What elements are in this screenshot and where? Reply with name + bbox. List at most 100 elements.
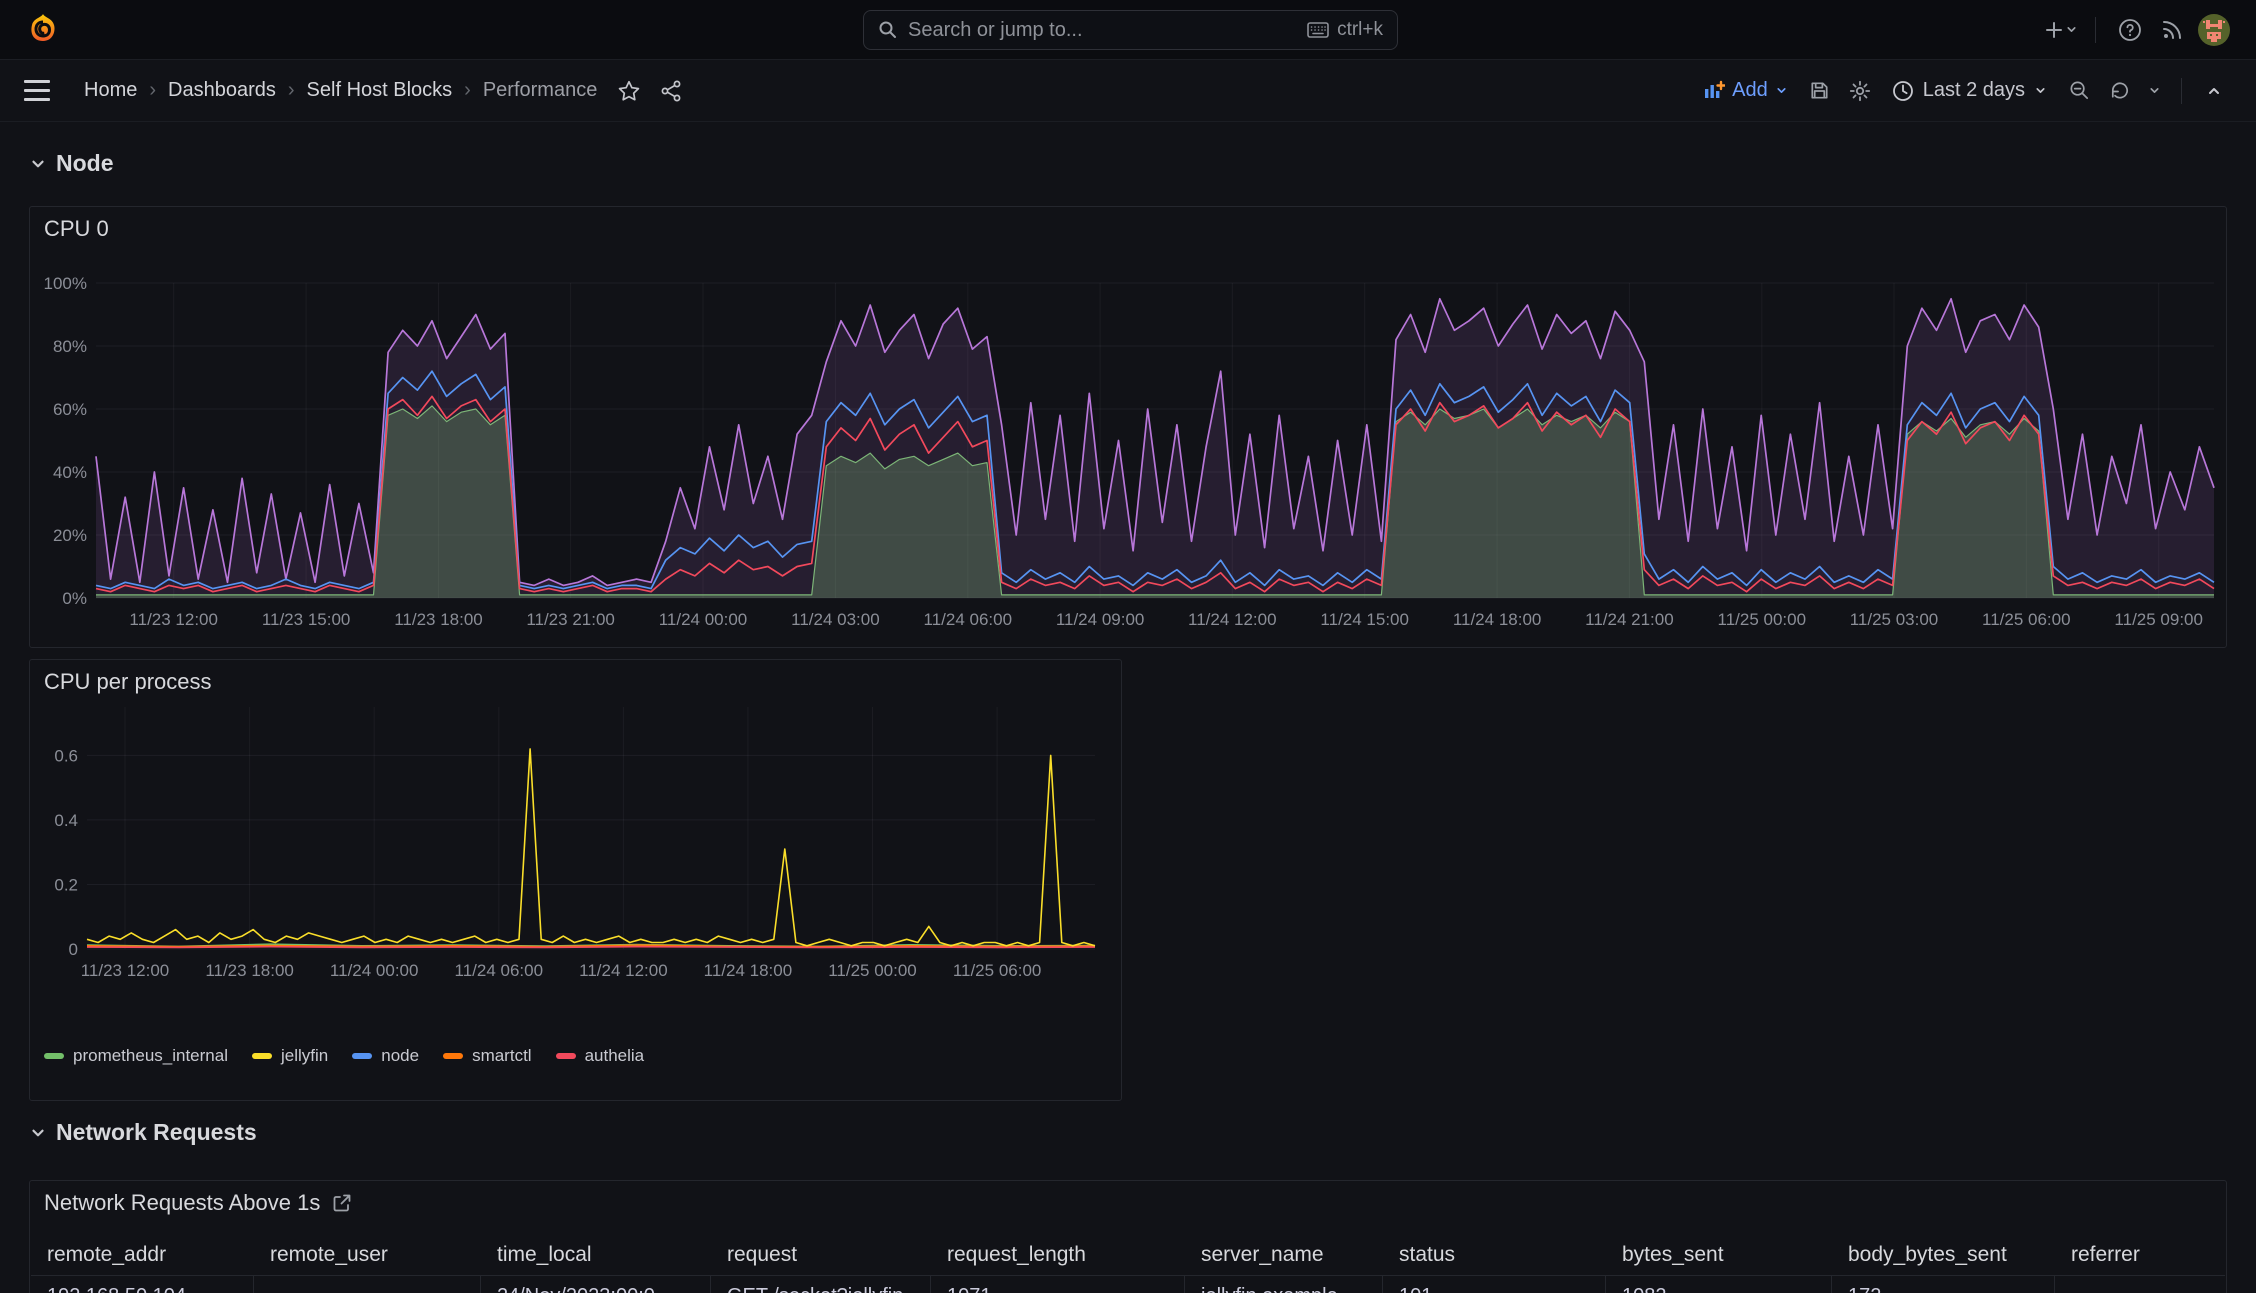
zoom-out-time-button[interactable]: [2061, 73, 2097, 109]
rss-icon: [2163, 20, 2181, 39]
table-header-cell[interactable]: referrer: [2055, 1233, 2225, 1275]
star-icon: [619, 80, 640, 101]
svg-text:11/23 12:00: 11/23 12:00: [129, 610, 218, 629]
breadcrumb: Home › Dashboards › Self Host Blocks › P…: [84, 79, 597, 102]
table-cell: 172: [1832, 1276, 2055, 1293]
panel-network-requests-title[interactable]: Network Requests Above 1s: [44, 1190, 320, 1216]
svg-text:11/24 09:00: 11/24 09:00: [1056, 610, 1145, 629]
table-header-cell[interactable]: status: [1383, 1233, 1606, 1275]
svg-text:11/24 12:00: 11/24 12:00: [579, 961, 668, 980]
legend-label: jellyfin: [280, 1046, 329, 1065]
legend-swatch: [44, 1053, 64, 1059]
table-cell: 101: [1383, 1276, 1606, 1293]
svg-text:11/24 15:00: 11/24 15:00: [1320, 610, 1409, 629]
dashboard-settings-button[interactable]: [1842, 73, 1878, 109]
zoom-out-icon: [2069, 81, 2088, 100]
time-range-picker[interactable]: Last 2 days: [1882, 71, 2057, 111]
breadcrumb-current: Performance: [482, 79, 598, 101]
new-menu-button[interactable]: [2043, 12, 2079, 48]
chevron-down-icon: [2149, 88, 2159, 93]
clock-icon: [1892, 80, 1913, 101]
table-cell: [254, 1276, 481, 1293]
table-header-cell[interactable]: remote_addr: [31, 1233, 254, 1275]
breadcrumb-dashboards[interactable]: Dashboards: [168, 79, 276, 102]
grafana-logo[interactable]: [24, 11, 62, 49]
svg-text:11/25 00:00: 11/25 00:00: [828, 961, 917, 980]
panel-cpu-per-process-header: CPU per process: [30, 660, 1121, 704]
chevron-down-icon: [2066, 27, 2076, 32]
table-header-cell[interactable]: server_name: [1185, 1233, 1383, 1275]
global-search[interactable]: ctrl+k: [863, 10, 1398, 50]
table-header-cell[interactable]: body_bytes_sent: [1832, 1233, 2055, 1275]
search-input[interactable]: [908, 18, 1298, 42]
legend-swatch: [251, 1053, 272, 1059]
table-header-cell[interactable]: remote_user: [254, 1233, 481, 1275]
table-row[interactable]: 192.168.50.104 24/Nov/2023:00:0GET /socke…: [31, 1275, 2225, 1293]
help-circle-icon: [2119, 18, 2141, 41]
search-icon: [879, 21, 896, 38]
legend-label: smartctl: [472, 1046, 532, 1065]
svg-text:100%: 100%: [44, 274, 87, 293]
share-button[interactable]: [653, 73, 689, 109]
breadcrumb-home[interactable]: Home: [84, 79, 137, 102]
svg-text:11/23 18:00: 11/23 18:00: [205, 961, 294, 980]
table-header-row: remote_addr remote_user time_local request r…: [31, 1233, 2225, 1275]
legend-item-authelia[interactable]: authelia: [555, 1046, 644, 1066]
panel-cpu-per-process-title[interactable]: CPU per process: [44, 669, 212, 695]
nav-divider: [2095, 16, 2096, 43]
grafana-logo-icon: [31, 13, 55, 41]
legend-item-smartctl[interactable]: smartctl: [443, 1046, 532, 1066]
collapse-toolbar-button[interactable]: [2196, 73, 2232, 109]
panel-cpu0-header: CPU 0: [30, 207, 2226, 251]
table-cell: GET /socket?jellyfin: [711, 1276, 931, 1293]
help-button[interactable]: [2112, 12, 2148, 48]
search-shortcut: ctrl+k: [1307, 19, 1383, 41]
svg-text:11/25 06:00: 11/25 06:00: [1982, 610, 2071, 629]
user-profile[interactable]: [2196, 12, 2232, 48]
breadcrumb-folder[interactable]: Self Host Blocks: [307, 79, 453, 102]
svg-text:11/24 18:00: 11/24 18:00: [704, 961, 793, 980]
gear-icon: [1849, 80, 1870, 101]
refresh-icon: [2111, 82, 2128, 99]
cpu0-timeseries-chart[interactable]: 11/23 12:00 11/23 15:00 11/23 18:00 11/23 2…: [30, 251, 2226, 647]
cpu-per-process-legend: prometheus_internal jellyfin node smartctl a…: [44, 1046, 644, 1066]
favorite-button[interactable]: [611, 73, 647, 109]
table-cell: 192.168.50.104: [31, 1276, 254, 1293]
legend-swatch: [352, 1053, 373, 1059]
svg-text:11/23 15:00: 11/23 15:00: [262, 610, 351, 629]
svg-text:11/24 18:00: 11/24 18:00: [1453, 610, 1542, 629]
row-node[interactable]: Node: [29, 150, 114, 177]
table-body: 192.168.50.104 24/Nov/2023:00:0GET /socke…: [31, 1275, 2225, 1293]
legend-item-prometheus_internal[interactable]: prometheus_internal: [44, 1046, 228, 1066]
refresh-interval-button[interactable]: [2141, 73, 2167, 109]
section-title-network: Network Requests: [56, 1119, 257, 1145]
table-header-cell[interactable]: request_length: [931, 1233, 1185, 1275]
svg-text:11/24 12:00: 11/24 12:00: [1188, 610, 1277, 629]
toolbar-divider: [2181, 77, 2182, 104]
mega-menu-toggle[interactable]: [24, 71, 64, 111]
row-network-requests[interactable]: Network Requests: [29, 1119, 257, 1146]
chevron-down-icon: [1777, 88, 1786, 93]
svg-text:11/24 06:00: 11/24 06:00: [924, 610, 1013, 629]
top-nav: ctrl+k: [0, 0, 2256, 60]
svg-text:80%: 80%: [53, 337, 87, 356]
legend-item-jellyfin[interactable]: jellyfin: [251, 1046, 329, 1066]
cpu-per-process-chart[interactable]: 11/23 12:00 11/23 18:00 11/24 00:00 11/24 0…: [30, 704, 1121, 1056]
save-dashboard-button[interactable]: [1802, 73, 1838, 109]
add-panel-button[interactable]: Add: [1693, 71, 1798, 111]
dashboard-toolbar: Home › Dashboards › Self Host Blocks › P…: [0, 60, 2256, 122]
refresh-button[interactable]: [2101, 73, 2137, 109]
keyboard-icon: [1307, 22, 1329, 38]
table-cell: jellyfin.example: [1185, 1276, 1383, 1293]
svg-text:11/23 21:00: 11/23 21:00: [526, 610, 615, 629]
table-header-cell[interactable]: request: [711, 1233, 931, 1275]
table-header-cell[interactable]: bytes_sent: [1606, 1233, 1832, 1275]
news-button[interactable]: [2154, 12, 2190, 48]
table-header-cell[interactable]: time_local: [481, 1233, 711, 1275]
svg-text:11/25 00:00: 11/25 00:00: [1718, 610, 1807, 629]
svg-text:11/24 03:00: 11/24 03:00: [791, 610, 880, 629]
legend-item-node[interactable]: node: [352, 1046, 419, 1066]
svg-text:11/24 06:00: 11/24 06:00: [455, 961, 544, 980]
panel-cpu0-title[interactable]: CPU 0: [44, 216, 109, 242]
external-link-icon[interactable]: [332, 1193, 352, 1213]
